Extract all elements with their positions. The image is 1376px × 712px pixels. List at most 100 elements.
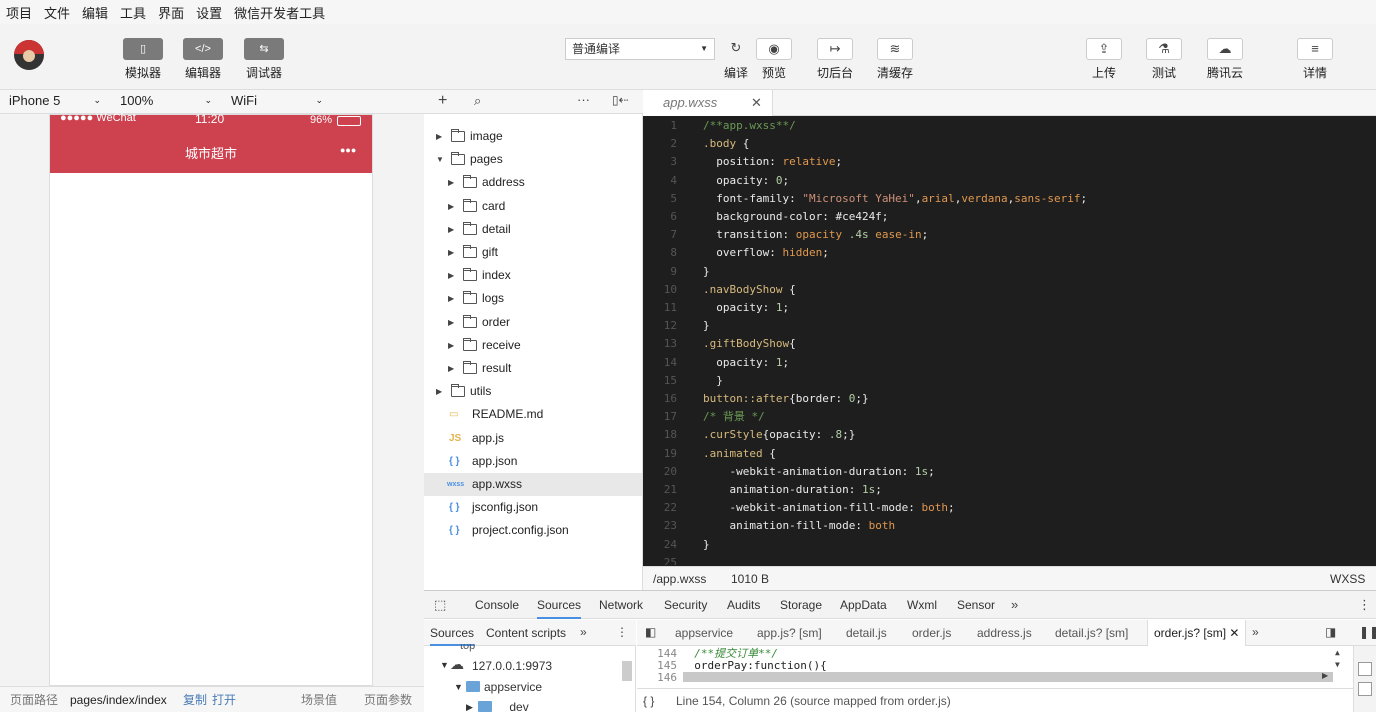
menu-item[interactable]: 项目: [6, 3, 32, 22]
collapsed-triangle-icon[interactable]: ▶: [448, 311, 454, 334]
menu-item[interactable]: 编辑: [82, 3, 108, 22]
toggle-navigator-icon[interactable]: ◧: [645, 625, 656, 639]
source-file-tab[interactable]: detail.js? [sm]: [1055, 620, 1128, 646]
menu-item[interactable]: 微信开发者工具: [234, 3, 325, 22]
collapsed-triangle-icon[interactable]: ▶: [448, 334, 454, 357]
more-tabs-icon[interactable]: »: [1011, 597, 1018, 612]
folder-item[interactable]: ▶ index: [424, 264, 642, 287]
folder-item[interactable]: ▼ pages: [424, 148, 642, 171]
preview-button[interactable]: ◉ 预览: [750, 24, 798, 81]
devtools-tab-audits[interactable]: Audits: [727, 591, 760, 619]
horizontal-scrollbar[interactable]: [683, 672, 1333, 682]
folder-item[interactable]: ▶ utils: [424, 380, 642, 403]
devtools-tab-console[interactable]: Console: [475, 591, 519, 619]
folder-item[interactable]: ▶ card: [424, 195, 642, 218]
scene-value-button[interactable]: 场景值: [301, 687, 337, 712]
folder-item[interactable]: ▶ image: [424, 125, 642, 148]
copy-link[interactable]: 复制: [183, 687, 207, 712]
collapse-panel-icon[interactable]: ▯⇠: [612, 93, 629, 107]
close-icon[interactable]: ✕: [751, 90, 762, 116]
collapsed-triangle-icon[interactable]: ▶: [448, 195, 454, 218]
file-item[interactable]: { } jsconfig.json: [424, 496, 642, 519]
folder-item[interactable]: ▶ order: [424, 311, 642, 334]
editor-toggle-button[interactable]: </> 编辑器: [173, 24, 233, 81]
menu-item[interactable]: 界面: [158, 3, 184, 22]
tree-appservice[interactable]: appservice: [484, 680, 542, 694]
devtools-tab-network[interactable]: Network: [599, 591, 643, 619]
collapsed-triangle-icon[interactable]: ▶: [448, 357, 454, 380]
nav-more-icon[interactable]: ●●●: [340, 145, 356, 155]
folder-item[interactable]: ▶ address: [424, 171, 642, 194]
clear-cache-button[interactable]: ≋ 清缓存: [871, 24, 919, 81]
source-file-tab[interactable]: detail.js: [846, 620, 887, 646]
source-file-tab[interactable]: order.js: [912, 620, 951, 646]
folder-item[interactable]: ▶ gift: [424, 241, 642, 264]
scroll-right-icon[interactable]: ▶: [1322, 671, 1328, 680]
pretty-print-icon[interactable]: { }: [643, 689, 654, 712]
more-tabs-icon[interactable]: »: [1252, 625, 1259, 639]
devtools-tab-appdata[interactable]: AppData: [840, 591, 887, 619]
devtools-tab-sensor[interactable]: Sensor: [957, 591, 995, 619]
collapsed-triangle-icon[interactable]: ▶: [448, 287, 454, 310]
more-tabs-icon[interactable]: »: [580, 625, 587, 639]
toggle-debugger-icon[interactable]: ◨: [1325, 625, 1336, 639]
folder-item[interactable]: ▶ result: [424, 357, 642, 380]
menu-item[interactable]: 设置: [196, 3, 222, 22]
close-icon[interactable]: ✕: [1226, 626, 1239, 640]
file-item[interactable]: wxss app.wxss: [424, 473, 642, 496]
expand-triangle-icon[interactable]: ▼: [454, 682, 463, 692]
menu-item[interactable]: 工具: [120, 3, 146, 22]
code-area[interactable]: 1/**app.wxss**/2 .body {3 position: relat…: [643, 117, 1376, 565]
scroll-down-icon[interactable]: ▼: [1335, 660, 1340, 669]
folder-item[interactable]: ▶ detail: [424, 218, 642, 241]
tab-content-scripts[interactable]: Content scripts: [486, 620, 566, 646]
open-link[interactable]: 打开: [212, 687, 236, 712]
collapsed-triangle-icon[interactable]: ▶: [448, 218, 454, 241]
collapsed-triangle-icon[interactable]: ▶: [436, 380, 442, 403]
add-icon[interactable]: +: [438, 92, 447, 110]
device-select[interactable]: iPhone 5 ⌄: [9, 93, 101, 111]
debugger-toggle-button[interactable]: ⇆ 调试器: [234, 24, 294, 81]
expand-triangle-icon[interactable]: ▼: [440, 660, 449, 670]
details-button[interactable]: ≡ 详情: [1291, 24, 1339, 81]
collapsed-triangle-icon[interactable]: ▶: [448, 241, 454, 264]
tencent-cloud-button[interactable]: ☁ 腾讯云: [1201, 24, 1249, 81]
test-button[interactable]: ⚗ 测试: [1140, 24, 1188, 81]
source-file-tab[interactable]: appservice: [675, 620, 733, 646]
compile-mode-select[interactable]: 普通编译 ▼: [565, 38, 715, 60]
menu-item[interactable]: 文件: [44, 3, 70, 22]
file-item[interactable]: { } app.json: [424, 450, 642, 473]
page-params-button[interactable]: 页面参数: [364, 687, 412, 712]
more-icon[interactable]: ···: [577, 92, 590, 107]
tree-dev[interactable]: __dev__: [496, 700, 542, 712]
search-icon[interactable]: ⌕: [474, 93, 481, 109]
step-icon[interactable]: [1358, 682, 1372, 696]
collapsed-triangle-icon[interactable]: ▶: [436, 125, 442, 148]
devtools-tab-security[interactable]: Security: [664, 591, 707, 619]
tree-host[interactable]: 127.0.0.1:9973: [472, 659, 552, 673]
tab-sources[interactable]: Sources: [430, 620, 475, 646]
simulator-toggle-button[interactable]: ▯ 模拟器: [113, 24, 173, 81]
devtools-tab-storage[interactable]: Storage: [780, 591, 822, 619]
tree-top[interactable]: top: [460, 644, 475, 652]
expanded-triangle-icon[interactable]: ▼: [436, 148, 444, 171]
inspect-icon[interactable]: ⬚: [434, 597, 446, 613]
avatar[interactable]: [14, 40, 44, 70]
file-item[interactable]: ▭ README.md: [424, 403, 642, 426]
upload-button[interactable]: ⇪ 上传: [1080, 24, 1128, 81]
pause-icon[interactable]: ❚❚: [1359, 625, 1376, 639]
collapsed-triangle-icon[interactable]: ▶: [466, 702, 473, 712]
collapsed-triangle-icon[interactable]: ▶: [448, 171, 454, 194]
scrollbar-thumb[interactable]: [622, 661, 632, 681]
source-file-tab[interactable]: app.js? [sm]: [757, 620, 822, 646]
collapsed-triangle-icon[interactable]: ▶: [448, 264, 454, 287]
devtools-tab-wxml[interactable]: Wxml: [907, 591, 937, 619]
phone-screen[interactable]: ●●●●● WeChat 11:20 96% 城市超市 ●●●: [49, 112, 373, 686]
editor-tab[interactable]: app.wxss ✕: [643, 90, 773, 116]
folder-item[interactable]: ▶ receive: [424, 334, 642, 357]
scroll-up-icon[interactable]: ▲: [1335, 648, 1340, 657]
zoom-select[interactable]: 100% ⌄: [120, 93, 212, 111]
source-file-tab[interactable]: order.js? [sm] ✕: [1147, 620, 1247, 646]
file-item[interactable]: JS app.js: [424, 427, 642, 450]
background-switch-button[interactable]: ↦ 切后台: [811, 24, 859, 81]
